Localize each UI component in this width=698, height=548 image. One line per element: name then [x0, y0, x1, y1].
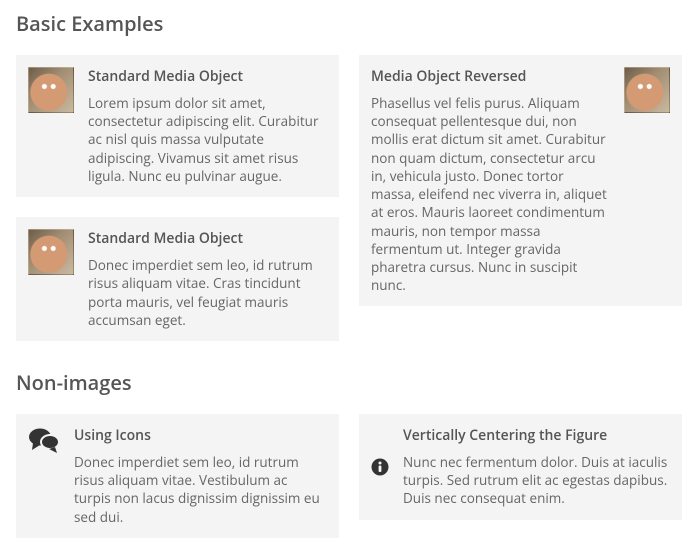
media-body: Donec imperdiet sem leo, id rutrum risus… [88, 256, 327, 329]
media-title: Standard Media Object [88, 67, 327, 86]
media-title: Media Object Reversed [371, 67, 610, 86]
media-title: Vertically Centering the Figure [403, 426, 670, 445]
media-object-vcenter: Vertically Centering the Figure Nunc nec… [359, 414, 682, 520]
media-body: Lorem ipsum dolor sit amet, consectetur … [88, 94, 327, 185]
section-heading-nonimages: Non-images [16, 369, 682, 396]
section-heading-basic: Basic Examples [16, 10, 682, 37]
media-thumbnail [28, 229, 74, 275]
nonimages-right-column: Vertically Centering the Figure Nunc nec… [359, 414, 682, 520]
media-body: Phasellus vel felis purus. Aliquam conse… [371, 94, 610, 294]
media-body: Donec imperdiet sem leo, id rutrum risus… [74, 453, 327, 526]
nonimages-left-column: Using Icons Donec imperdiet sem leo, id … [16, 414, 339, 538]
info-circle-icon [371, 458, 389, 476]
media-title: Standard Media Object [88, 229, 327, 248]
media-content: Standard Media Object Lorem ipsum dolor … [88, 67, 327, 185]
basic-right-column: Media Object Reversed Phasellus vel feli… [359, 55, 682, 306]
media-body: Nunc nec fermentum dolor. Duis at iaculi… [403, 453, 670, 508]
media-content: Vertically Centering the Figure Nunc nec… [403, 426, 670, 508]
basic-examples-grid: Standard Media Object Lorem ipsum dolor … [16, 55, 682, 341]
media-thumbnail [624, 67, 670, 113]
media-object: Standard Media Object Lorem ipsum dolor … [16, 55, 339, 197]
media-content: Using Icons Donec imperdiet sem leo, id … [74, 426, 327, 526]
media-object-icon: Using Icons Donec imperdiet sem leo, id … [16, 414, 339, 538]
nonimages-grid: Using Icons Donec imperdiet sem leo, id … [16, 414, 682, 538]
media-thumbnail [28, 67, 74, 113]
media-content: Standard Media Object Donec imperdiet se… [88, 229, 327, 329]
media-content: Media Object Reversed Phasellus vel feli… [371, 67, 610, 294]
media-object-reversed: Media Object Reversed Phasellus vel feli… [359, 55, 682, 306]
media-title: Using Icons [74, 426, 327, 445]
comments-icon [28, 426, 60, 454]
basic-left-column: Standard Media Object Lorem ipsum dolor … [16, 55, 339, 341]
media-object: Standard Media Object Donec imperdiet se… [16, 217, 339, 341]
